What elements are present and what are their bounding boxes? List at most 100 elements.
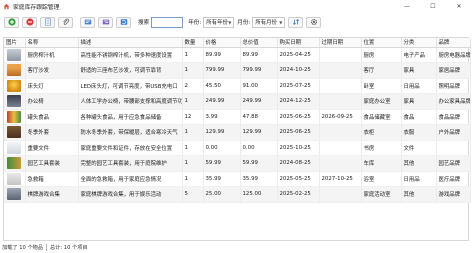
board-game-thumbnail <box>7 188 22 201</box>
cell-expire-date <box>319 78 362 94</box>
cell-location: 厨房 <box>361 47 402 63</box>
cell-brand: 办公家具品牌 <box>436 93 471 110</box>
sofa-thumbnail <box>7 64 22 77</box>
cell-name: 办公椅 <box>25 93 79 110</box>
inventory-table[interactable]: 图片 名称 描述 数量 价格 总价值 购买日期 过期日期 位置 分类 品牌 厨房… <box>3 37 471 241</box>
table-row[interactable]: 重要文件 家庭重要文件和证件，存放在安全位置 1 0.00 0.00 2025-10-25… <box>4 140 471 156</box>
export-button[interactable] <box>98 16 113 28</box>
cell-price: 129.99 <box>203 124 241 141</box>
cell-price: 0.00 <box>203 140 241 156</box>
copy-button[interactable] <box>40 16 55 28</box>
col-header-quantity[interactable]: 数量 <box>182 38 204 48</box>
cell-location: 家庭活动室 <box>361 186 402 203</box>
cell-description: 家庭重要文件和证件，存放在安全位置 <box>78 140 183 156</box>
cell-name: 急救箱 <box>25 171 79 187</box>
cell-brand: 医疗品牌 <box>436 171 471 187</box>
table-row[interactable]: 棋牌游戏合集 家庭棋牌游戏合集，用于娱乐活动 5 25.00 125.00 2025-02… <box>4 186 471 203</box>
garden-tools-thumbnail <box>7 157 22 170</box>
table-header: 图片 名称 描述 数量 价格 总价值 购买日期 过期日期 位置 分类 品牌 <box>4 38 471 48</box>
cell-description: 人体工学办公椅，带腰部支撑和高度调节功能 <box>78 93 183 110</box>
col-header-expire-date[interactable]: 过期日期 <box>319 38 362 48</box>
first-aid-thumbnail <box>7 172 22 185</box>
cell-brand: 园艺品牌 <box>436 155 471 172</box>
month-label: 月份: <box>237 20 251 26</box>
month-select[interactable]: 所有月份 ▼ <box>252 16 286 28</box>
cell-price: 35.99 <box>203 171 241 187</box>
cell-category: 其他 <box>401 186 437 203</box>
canned-food-thumbnail <box>7 110 22 123</box>
cell-description: 家庭棋牌游戏合集，用于娱乐活动 <box>78 186 183 203</box>
search-input[interactable] <box>151 16 184 28</box>
cell-quantity: 1 <box>182 155 204 172</box>
cell-quantity: 1 <box>182 124 204 141</box>
cell-location: 卧室 <box>361 78 402 94</box>
attach-button[interactable] <box>58 16 73 28</box>
cell-purchase-date: 2024-10-25 <box>277 62 320 79</box>
col-header-description[interactable]: 描述 <box>78 38 183 48</box>
cell-location: 家庭办公室 <box>361 93 402 110</box>
cell-expire-date <box>319 140 362 156</box>
cell-brand: 游戏品牌 <box>436 186 471 203</box>
window-title: 家庭库存跟踪管理 <box>13 5 60 11</box>
table-row[interactable]: 园艺工具套装 完整的园艺工具套装，用于庭院维护 1 59.99 59.99 2024-08… <box>4 155 471 172</box>
table-row[interactable]: 罐头食品 各种罐头食品，用于应急食品储备 12 3.99 47.88 2025-06-25… <box>4 109 471 125</box>
refresh-button[interactable] <box>116 16 131 28</box>
cell-purchase-date: 2025-02-25 <box>277 186 320 203</box>
col-header-category[interactable]: 分类 <box>401 38 437 48</box>
cell-image <box>4 62 26 79</box>
winter-coat-thumbnail <box>7 126 22 139</box>
cell-expire-date: 2026-09-25 <box>319 109 362 125</box>
cell-quantity: 1 <box>182 140 204 156</box>
cell-quantity: 2 <box>182 78 204 94</box>
cell-expire-date <box>319 47 362 63</box>
col-header-name[interactable]: 名称 <box>25 38 79 48</box>
col-header-location[interactable]: 位置 <box>361 38 402 48</box>
cell-total: 0.00 <box>240 140 278 156</box>
cell-quantity: 1 <box>182 171 204 187</box>
cell-category: 衣服 <box>401 124 437 141</box>
cell-category: 家具 <box>401 93 437 110</box>
import-button[interactable] <box>80 16 95 28</box>
col-header-image[interactable]: 图片 <box>4 38 26 48</box>
table-row[interactable]: 床头灯 LED床头灯，可调节亮度，带USB充电口 2 45.50 91.00 2025-0… <box>4 78 471 94</box>
col-header-price[interactable]: 价格 <box>203 38 241 48</box>
cell-purchase-date: 2025-06-25 <box>277 109 320 125</box>
col-header-brand[interactable]: 品牌 <box>436 38 471 48</box>
add-item-button[interactable] <box>4 16 19 28</box>
cell-image <box>4 171 26 187</box>
cell-description: 完整的园艺工具套装，用于庭院维护 <box>78 155 183 172</box>
col-header-total[interactable]: 总价值 <box>240 38 278 48</box>
close-button[interactable]: ✕ <box>446 0 472 13</box>
cell-total: 129.99 <box>240 124 278 141</box>
cell-purchase-date: 2024-08-25 <box>277 155 320 172</box>
cell-image <box>4 186 26 203</box>
minimize-button[interactable]: — <box>394 0 420 13</box>
table-row[interactable]: 冬季外套 防水冬季外套，带保暖层，适合寒冷天气 1 129.99 129.99 2025-… <box>4 124 471 141</box>
cell-total: 91.00 <box>240 78 278 94</box>
cell-description: LED床头灯，可调节亮度，带USB充电口 <box>78 78 183 94</box>
month-select-value: 所有月份 <box>255 20 277 26</box>
year-select[interactable]: 所有年份 ▼ <box>203 16 235 28</box>
chevron-down-icon: ▼ <box>228 19 232 25</box>
table-row[interactable]: 急救箱 全面的急救箱，用于家庭应急情况 1 35.99 35.99 2025-05-25 2… <box>4 171 471 187</box>
col-header-purchase-date[interactable]: 购买日期 <box>277 38 320 48</box>
cell-description: 舒适的三座布艺沙发，可调节靠背 <box>78 62 183 79</box>
cell-category: 其他 <box>401 155 437 172</box>
cell-brand: 食品品牌 <box>436 109 471 125</box>
cell-category: 文件 <box>401 140 437 156</box>
table-row[interactable]: 客厅沙发 舒适的三座布艺沙发，可调节靠背 1 799.99 799.99 2024-10-… <box>4 62 471 79</box>
sort-arrows-icon <box>292 19 299 25</box>
delete-item-button[interactable] <box>22 16 37 28</box>
export-icon <box>102 19 109 25</box>
cell-name: 床头灯 <box>25 78 79 94</box>
settings-button[interactable] <box>306 16 322 28</box>
maximize-button[interactable]: ☐ <box>420 0 446 13</box>
sort-button[interactable] <box>288 16 304 28</box>
table-row[interactable]: 办公椅 人体工学办公椅，带腰部支撑和高度调节功能 1 249.99 249.99 2024… <box>4 93 471 110</box>
status-loaded-text: 加载了 10 个物品 <box>2 245 44 251</box>
cell-brand: 厨房电器品牌 <box>436 47 471 63</box>
table-row[interactable]: 厨房榨汁机 高性能不锈钢榨汁机，带多种速度设置 1 89.99 89.99 2025-04… <box>4 47 471 63</box>
cell-purchase-date: 2024-12-25 <box>277 93 320 110</box>
cell-name: 冬季外套 <box>25 124 79 141</box>
cell-image <box>4 155 26 172</box>
